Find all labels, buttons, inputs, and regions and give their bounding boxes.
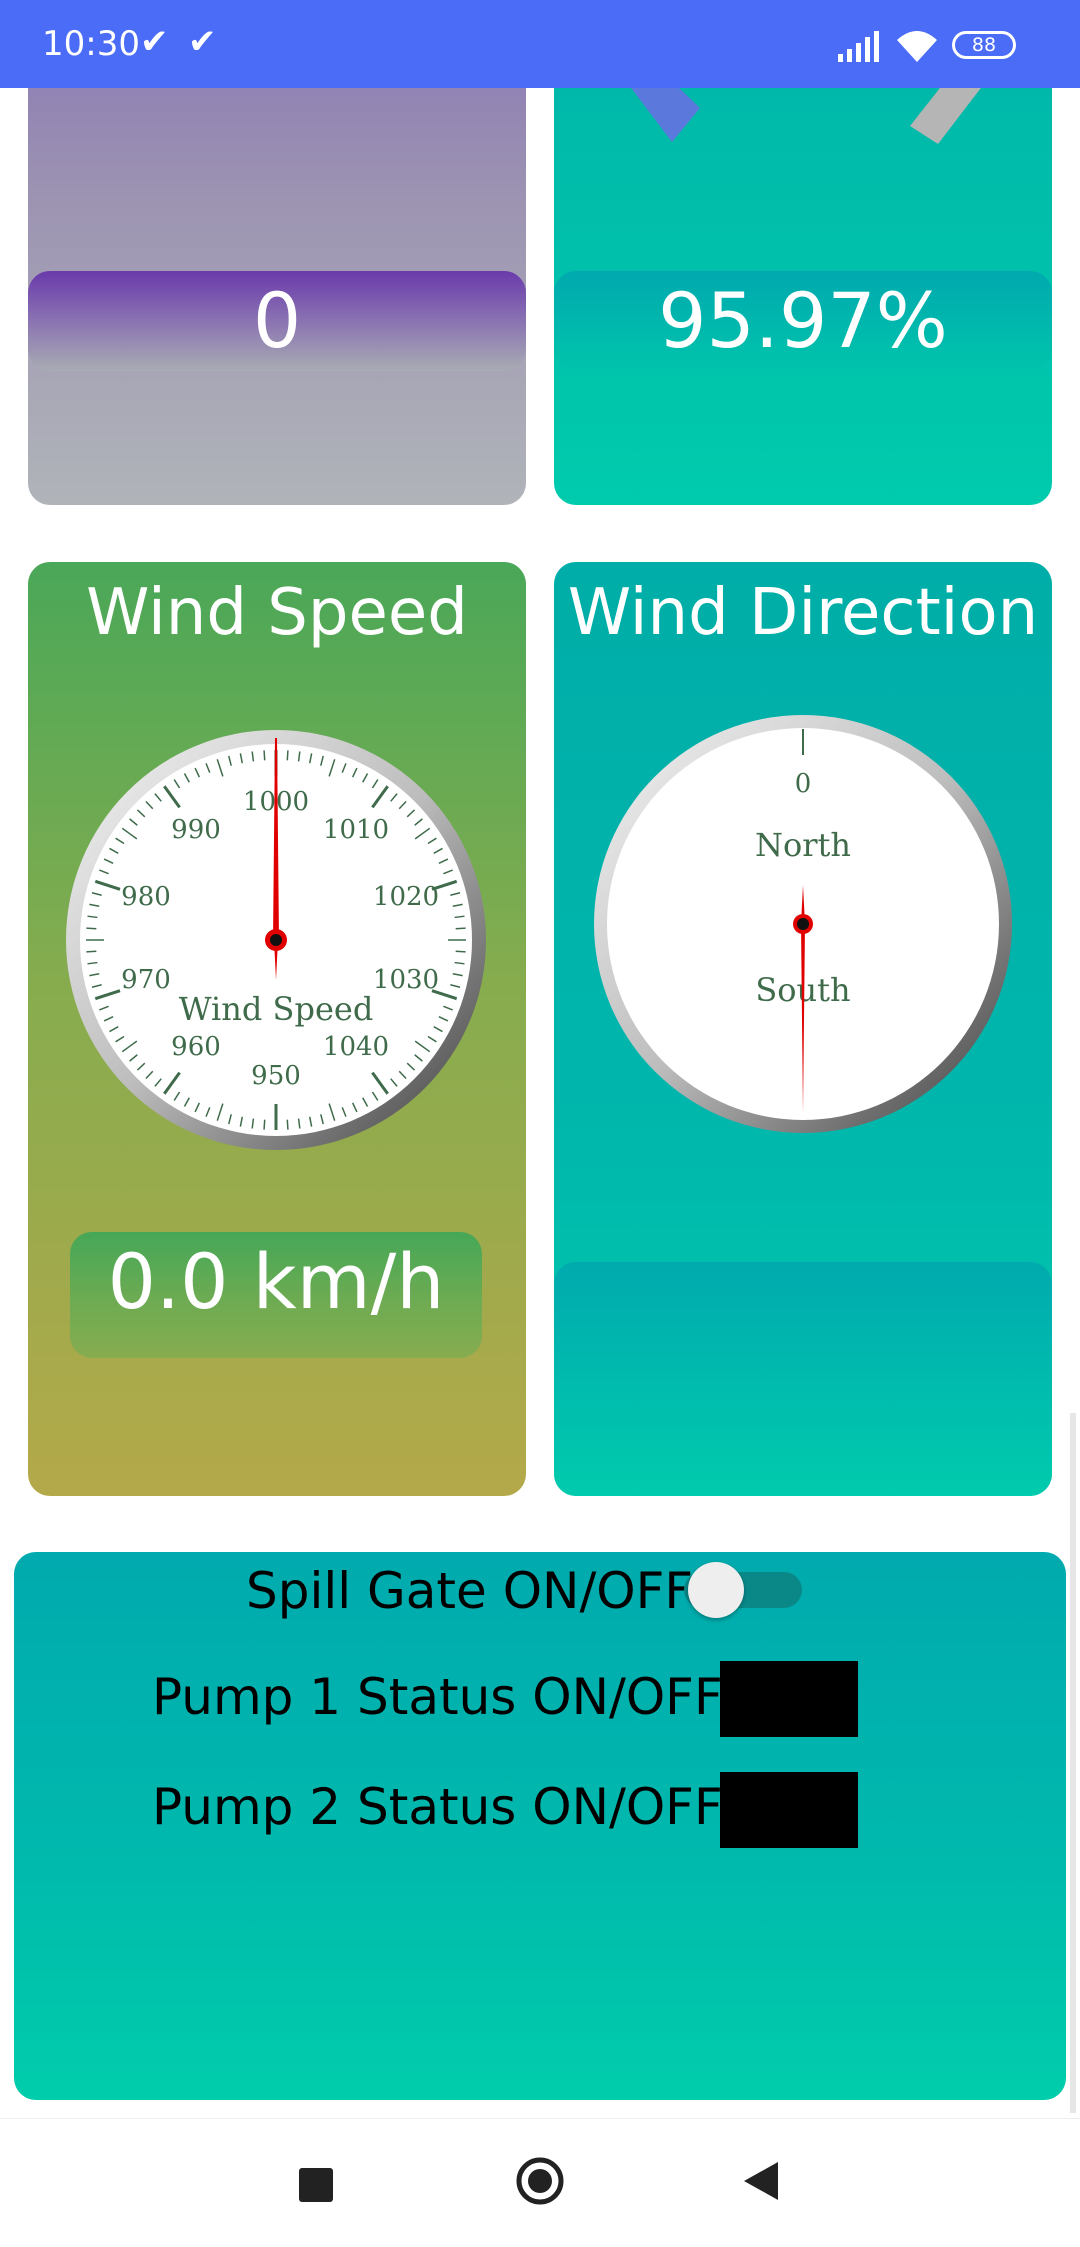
pump2-status-indicator xyxy=(720,1772,858,1848)
check-icon: ✔ xyxy=(188,23,217,61)
wifi-icon xyxy=(897,31,937,62)
spill-gate-label: Spill Gate ON/OFF xyxy=(246,1562,694,1620)
wind-direction-value xyxy=(554,1262,1052,1496)
pump2-label: Pump 2 Status ON/OFF: xyxy=(152,1778,736,1836)
top-right-value: 95.97% xyxy=(554,271,1052,371)
wind-direction-title: Wind Direction xyxy=(567,576,1039,650)
wind-speed-title: Wind Speed xyxy=(86,576,468,650)
wind-direction-gauge: 0 North South xyxy=(594,715,1012,1133)
gauge-tick-label: 980 xyxy=(121,882,171,912)
gauge-tick-label: 1040 xyxy=(323,1032,389,1062)
gauge-tick xyxy=(86,927,97,930)
top-right-card: 95.97% xyxy=(554,60,1052,505)
gauge-tick xyxy=(455,927,466,930)
gauge-tick-label: 1030 xyxy=(373,965,439,995)
gauge-tick-label: 1020 xyxy=(373,882,439,912)
gauge-tick xyxy=(263,1119,266,1130)
gauge-tick xyxy=(286,1119,289,1130)
gauge-tick xyxy=(263,750,266,761)
gauge-tick xyxy=(86,950,97,953)
gauge-tick-label: 970 xyxy=(121,965,171,995)
pump1-label: Pump 1 Status ON/OFF: xyxy=(152,1668,736,1726)
square-icon[interactable] xyxy=(299,2168,333,2202)
gauge-tick-label: 990 xyxy=(171,815,221,845)
gauge-tick-label: 950 xyxy=(251,1061,301,1091)
home-circle-icon[interactable] xyxy=(515,2156,565,2206)
gauge-tick xyxy=(286,750,289,761)
check-icon: ✔ xyxy=(140,23,169,61)
spill-gate-toggle-knob[interactable] xyxy=(688,1562,744,1618)
gauge-tick xyxy=(455,950,466,953)
gauge-tick-label: 1010 xyxy=(323,815,389,845)
wind-speed-gauge: 1000 990 1010 980 1020 970 1030 960 1040… xyxy=(66,730,486,1150)
wind-speed-card: Wind Speed 1000 990 1010 980 1020 970 10… xyxy=(28,562,526,1496)
direction-zero-label: 0 xyxy=(795,769,812,799)
back-triangle-icon[interactable] xyxy=(742,2160,780,2202)
signal-icon xyxy=(838,31,879,62)
pump1-status-indicator xyxy=(720,1661,858,1737)
status-bar: 10:30 ✔ ✔ 88 xyxy=(0,0,1080,88)
scrollbar[interactable] xyxy=(1070,1413,1076,2113)
status-time: 10:30 xyxy=(42,24,140,64)
top-left-value: 0 xyxy=(28,271,526,371)
gauge-tick-label: 960 xyxy=(171,1032,221,1062)
wind-speed-value: 0.0 km/h xyxy=(70,1232,482,1358)
battery-icon: 88 xyxy=(952,31,1016,59)
north-label: North xyxy=(755,826,851,864)
top-left-card: 0 xyxy=(28,60,526,505)
gauge-name-label: Wind Speed xyxy=(179,990,374,1028)
wind-direction-card: Wind Direction 0 North South xyxy=(554,562,1052,1496)
